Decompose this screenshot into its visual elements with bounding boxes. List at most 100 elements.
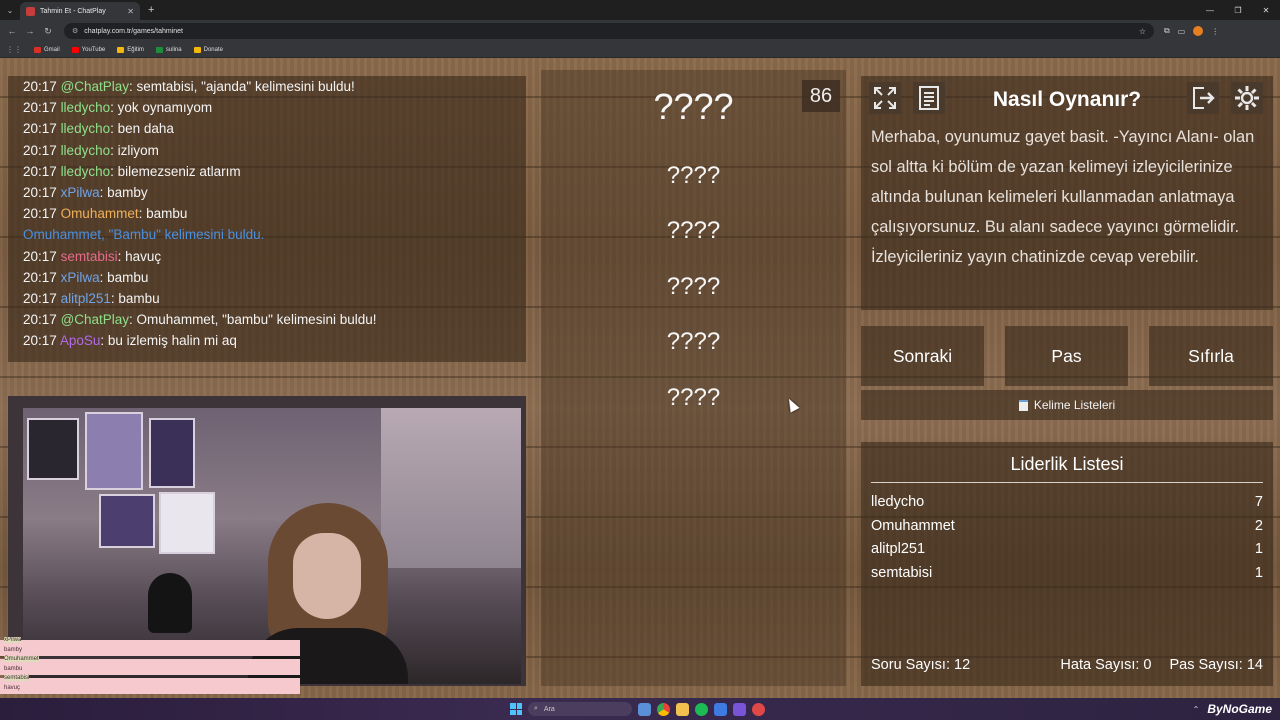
chat-username[interactable]: Omuhammet	[61, 206, 139, 221]
pass-button[interactable]: Pas	[1005, 326, 1128, 386]
word-panel: 86 ???? ???? ???? ???? ???? ????	[541, 70, 846, 686]
overlay-username: semtabisi	[4, 675, 30, 681]
chat-message: 20:17 @ChatPlay: Omuhammet, "bambu" keli…	[23, 309, 526, 330]
bookmark-sulina[interactable]: sulina	[155, 46, 182, 53]
player-score: 7	[1254, 494, 1263, 510]
chat-message: 20:17 semtabisi: havuç	[23, 246, 526, 267]
back-icon[interactable]: ←	[4, 23, 20, 39]
chat-username[interactable]: lledycho	[61, 121, 111, 136]
chat-username[interactable]: xPilwa	[61, 185, 100, 200]
leaderboard-title: Liderlik Listesi	[1010, 454, 1124, 474]
search-icon: ⌕	[534, 705, 538, 712]
chat-text: : semtabisi, "ajanda" kelimesini buldu!	[129, 79, 355, 94]
chat-timestamp: 20:17	[23, 142, 57, 158]
chat-timestamp: 20:17	[23, 269, 57, 285]
overlay-text: havuç	[4, 685, 21, 691]
player-score: 1	[1254, 541, 1263, 557]
chat-timestamp: 20:17	[23, 290, 57, 306]
chat-message: 20:17 xPilwa: bamby	[23, 182, 526, 203]
exit-icon[interactable]	[1187, 82, 1219, 114]
chat-username[interactable]: xPilwa	[61, 270, 100, 285]
chat-panel: 20:17 @ChatPlay: semtabisi, "ajanda" kel…	[8, 76, 526, 362]
site-info-icon[interactable]: ⚙	[72, 27, 78, 35]
chat-timestamp: 20:17	[23, 121, 57, 137]
close-window-icon[interactable]: ✕	[1252, 0, 1280, 20]
tab-search-icon[interactable]: ⌄	[0, 0, 20, 20]
next-button[interactable]: Sonraki	[861, 326, 984, 386]
spotify-icon[interactable]	[695, 702, 708, 716]
leaderboard-row: Omuhammet 2	[871, 518, 1263, 534]
profile-avatar[interactable]	[1193, 26, 1204, 36]
bookmark-egitim[interactable]: Eğitim	[117, 46, 144, 53]
chat-username[interactable]: lledycho	[61, 164, 111, 179]
cast-icon[interactable]: ▭	[1178, 27, 1186, 36]
chrome-icon[interactable]	[657, 702, 670, 716]
overlay-text: bamby	[4, 647, 23, 653]
poster-image	[85, 412, 143, 490]
chat-message: 20:17 lledycho: izliyom	[23, 140, 526, 161]
how-to-play-text: Merhaba, oyunumuz gayet basit. -Yayıncı …	[871, 128, 1255, 266]
url-text: chatplay.com.tr/games/tahminet	[84, 27, 183, 35]
chat-username[interactable]: semtabisi	[61, 249, 118, 264]
reset-button[interactable]: Sıfırla	[1149, 326, 1273, 386]
new-tab-button[interactable]: +	[140, 0, 162, 20]
system-message-text: Omuhammet, "Bambu" kelimesini buldu.	[23, 227, 265, 243]
close-tab-icon[interactable]: ✕	[127, 7, 134, 16]
chat-timestamp: 20:17	[23, 206, 57, 222]
discord-icon[interactable]	[733, 702, 746, 716]
word-lists-button[interactable]: Kelime Listeleri	[861, 390, 1273, 420]
reload-icon[interactable]: ↻	[40, 23, 56, 39]
chat-message: 20:17 ApoSu: bu izlemiş halin mi aq	[23, 330, 526, 351]
file-explorer-icon[interactable]	[676, 702, 689, 716]
menu-icon[interactable]: ⋮	[1211, 27, 1219, 36]
chat-text: : Omuhammet, "bambu" kelimesini buldu!	[129, 312, 377, 328]
bookmark-donate[interactable]: Donate	[193, 46, 223, 53]
bookmark-star-icon[interactable]: ☆	[1139, 27, 1146, 36]
browser-tab[interactable]: Tahmin Et - ChatPlay ✕	[20, 2, 140, 20]
poster-image	[159, 492, 215, 554]
overlay-chat-message: Omuhammet bambu	[0, 656, 300, 675]
bookmark-gmail[interactable]: Gmail	[34, 46, 60, 53]
forbidden-word: ????	[666, 162, 721, 189]
forward-icon[interactable]: →	[22, 23, 38, 39]
extensions-icon[interactable]: ⧉	[1164, 26, 1170, 36]
browser-tab-strip: ⌄ Tahmin Et - ChatPlay ✕ + — ❐ ✕	[0, 0, 1280, 20]
chat-username[interactable]: ApoSu	[60, 333, 101, 348]
chat-username[interactable]: lledycho	[61, 100, 111, 115]
chat-text: : havuç	[117, 248, 162, 264]
overlay-username: Omuhammet	[4, 656, 39, 662]
divider	[871, 482, 1263, 483]
forbidden-word: ????	[666, 217, 721, 244]
chat-timestamp: 20:17	[23, 79, 57, 94]
app-icon[interactable]	[752, 702, 765, 716]
tray-chevron-icon[interactable]: ⌃	[1193, 705, 1200, 714]
bookmark-youtube[interactable]: YouTube	[71, 46, 105, 53]
gmail-icon	[34, 46, 41, 53]
document-icon[interactable]	[913, 82, 945, 114]
fullscreen-icon[interactable]	[869, 82, 901, 114]
chat-username[interactable]: lledycho	[61, 143, 111, 158]
chat-text: : bambu	[110, 290, 160, 306]
chat-message: 20:17 xPilwa: bambu	[23, 267, 526, 288]
player-score: 2	[1254, 518, 1263, 534]
windows-start-icon[interactable]	[510, 703, 522, 715]
chat-message: 20:17 lledycho: bilemezseniz atlarım	[23, 161, 526, 182]
maximize-icon[interactable]: ❐	[1224, 0, 1252, 20]
settings-gear-icon[interactable]	[1231, 82, 1263, 114]
app-icon[interactable]	[714, 702, 727, 716]
leaderboard-row: semtabisi 1	[871, 565, 1263, 581]
game-page: 20:17 @ChatPlay: semtabisi, "ajanda" kel…	[0, 58, 1280, 698]
address-bar[interactable]: ⚙ chatplay.com.tr/games/tahminet ☆	[64, 23, 1154, 39]
weather-icon[interactable]	[638, 702, 651, 716]
chat-username[interactable]: @ChatPlay	[61, 312, 129, 327]
chat-message: 20:17 lledycho: yok oynamıyom	[23, 97, 526, 118]
player-name: semtabisi	[871, 565, 933, 581]
taskbar-search[interactable]: ⌕ Ara	[528, 702, 632, 716]
minimize-icon[interactable]: —	[1196, 0, 1224, 20]
chat-text: : bilemezseniz atlarım	[110, 163, 241, 179]
apps-icon[interactable]: ⋮⋮	[6, 45, 22, 54]
chat-username[interactable]: @ChatPlay	[61, 79, 129, 94]
chat-text: : bambu	[138, 206, 188, 222]
chat-text: : bambu	[99, 269, 149, 285]
chat-username[interactable]: alitpl251	[61, 291, 111, 306]
